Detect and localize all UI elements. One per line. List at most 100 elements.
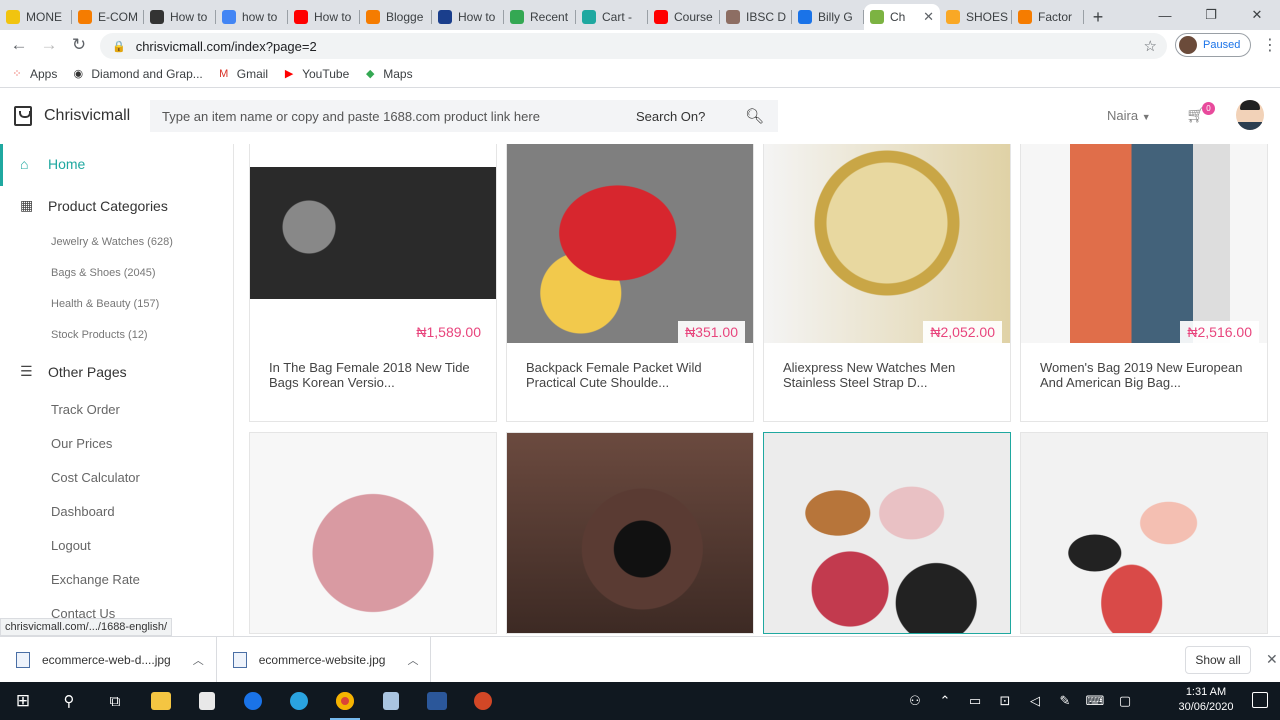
file-explorer-icon[interactable]: [138, 682, 184, 720]
sidebar-category-link[interactable]: Jewelry & Watches (628): [51, 236, 173, 248]
browser-tab[interactable]: Recent: [504, 4, 576, 30]
close-tab-icon[interactable]: ✕: [923, 9, 934, 25]
product-title[interactable]: Women's Bag 2019 New European And Americ…: [1021, 343, 1267, 421]
browser-tab[interactable]: Factor: [1012, 4, 1084, 30]
browser-tab[interactable]: IBSC D: [720, 4, 792, 30]
product-card[interactable]: ₦2,516.00 Women's Bag 2019 New European A…: [1020, 144, 1268, 422]
sidebar-page-link[interactable]: Track Order: [51, 402, 120, 417]
sidebar-item-home[interactable]: ⌂ Home: [20, 156, 85, 172]
product-card[interactable]: ₦351.00 Backpack Female Packet Wild Pract…: [506, 144, 754, 422]
product-image[interactable]: [507, 433, 753, 633]
sidebar-page-link[interactable]: Cost Calculator: [51, 470, 140, 485]
search-bar[interactable]: Type an item name or copy and paste 1688…: [150, 100, 778, 132]
browser-tab[interactable]: How to: [144, 4, 216, 30]
user-avatar[interactable]: [1236, 100, 1264, 130]
search-icon[interactable]: 🔍︎: [745, 107, 764, 125]
sidebar-category-link[interactable]: Stock Products (12): [51, 329, 148, 341]
reload-icon[interactable]: ↻: [64, 35, 94, 55]
pen-icon[interactable]: ✎: [1050, 693, 1080, 709]
url-text[interactable]: chrisvicmall.com/index?page=2: [136, 39, 317, 54]
network-icon[interactable]: ⊡: [990, 693, 1020, 709]
bookmark-star-icon[interactable]: ☆: [1144, 37, 1157, 55]
word-icon[interactable]: [414, 682, 460, 720]
product-card[interactable]: ₦1,589.00 In The Bag Female 2018 New Tide…: [249, 144, 497, 422]
product-image[interactable]: ₦2,516.00: [1021, 144, 1267, 343]
task-view-icon[interactable]: ⧉: [92, 682, 138, 720]
bookmark-item[interactable]: ◆ Maps: [363, 67, 413, 81]
new-tab-button[interactable]: +: [1084, 4, 1112, 30]
search-icon[interactable]: ⚲: [46, 682, 92, 720]
back-icon[interactable]: ←: [4, 35, 34, 55]
browser-tab[interactable]: Ch ✕: [864, 4, 940, 30]
browser-tab[interactable]: Blogge: [360, 4, 432, 30]
browser-tab[interactable]: How to: [432, 4, 504, 30]
product-card[interactable]: [249, 432, 497, 634]
search-on-select[interactable]: Search On?: [636, 109, 705, 124]
product-image[interactable]: [1021, 433, 1267, 633]
powerpoint-icon[interactable]: [460, 682, 506, 720]
sidebar-category-link[interactable]: Health & Beauty (157): [51, 298, 159, 310]
forward-icon[interactable]: →: [34, 35, 64, 55]
browser-tab[interactable]: MONE: [0, 4, 72, 30]
sidebar-product-categories[interactable]: ▦ Product Categories: [20, 197, 168, 214]
minimize-icon[interactable]: —: [1142, 8, 1188, 23]
product-card[interactable]: [763, 432, 1011, 634]
product-image[interactable]: [250, 433, 496, 633]
product-image[interactable]: [764, 433, 1010, 633]
product-image[interactable]: ₦2,052.00: [764, 144, 1010, 343]
bookmark-item[interactable]: ◉ Diamond and Grap...: [71, 67, 203, 81]
chevron-up-icon[interactable]: ︿: [193, 652, 204, 668]
close-window-icon[interactable]: ✕: [1234, 7, 1280, 23]
bookmark-item[interactable]: M Gmail: [217, 67, 268, 81]
browser-tab[interactable]: Billy G: [792, 4, 864, 30]
sidebar-other-pages[interactable]: ☰ Other Pages: [20, 363, 127, 380]
search-input[interactable]: Type an item name or copy and paste 1688…: [162, 109, 622, 124]
windows-start-icon[interactable]: ⊞: [0, 682, 46, 720]
product-card[interactable]: [506, 432, 754, 634]
address-bar[interactable]: 🔒 chrisvicmall.com/index?page=2 ☆: [100, 33, 1167, 59]
product-card[interactable]: ₦2,052.00 Aliexpress New Watches Men Stai…: [763, 144, 1011, 422]
sidebar-page-link[interactable]: Exchange Rate: [51, 572, 140, 587]
product-title[interactable]: Backpack Female Packet Wild Practical Cu…: [507, 343, 753, 421]
battery-icon[interactable]: ▭: [960, 693, 990, 709]
product-card[interactable]: [1020, 432, 1268, 634]
sidebar-category-link[interactable]: Bags & Shoes (2045): [51, 267, 156, 279]
notification-icon[interactable]: [1252, 692, 1268, 708]
sidebar-page-link[interactable]: Dashboard: [51, 504, 115, 519]
product-image[interactable]: ₦351.00: [507, 144, 753, 343]
system-clock[interactable]: 1:31 AM 30/06/2020: [1170, 685, 1242, 715]
chrome-app-icon[interactable]: [230, 682, 276, 720]
product-title[interactable]: Aliexpress New Watches Men Stainless Ste…: [764, 343, 1010, 421]
notepad-icon[interactable]: [368, 682, 414, 720]
store-icon[interactable]: [184, 682, 230, 720]
chevron-up-icon[interactable]: ︿: [407, 652, 418, 668]
volume-icon[interactable]: ◁: [1020, 693, 1050, 709]
sidebar-page-link[interactable]: Our Prices: [51, 436, 112, 451]
display-icon[interactable]: ▢: [1110, 693, 1140, 709]
keyboard-icon[interactable]: ⌨: [1080, 693, 1110, 709]
bookmark-item[interactable]: ▶ YouTube: [282, 67, 349, 81]
people-icon[interactable]: ⚇: [900, 693, 930, 709]
chrome-icon[interactable]: [322, 682, 368, 720]
browser-tab[interactable]: Cart -: [576, 4, 648, 30]
product-title[interactable]: In The Bag Female 2018 New Tide Bags Kor…: [250, 343, 496, 421]
browser-tab[interactable]: How to: [288, 4, 360, 30]
profile-button[interactable]: Paused: [1175, 33, 1251, 57]
browser-tab[interactable]: how to: [216, 4, 288, 30]
bookmark-item[interactable]: ⁘ Apps: [10, 67, 57, 81]
maximize-icon[interactable]: ❐: [1188, 7, 1234, 23]
browser-tab[interactable]: Course: [648, 4, 720, 30]
telegram-icon[interactable]: [276, 682, 322, 720]
site-logo[interactable]: Chrisvicmall: [14, 106, 154, 126]
product-image[interactable]: ₦1,589.00: [250, 144, 496, 343]
browser-tab[interactable]: SHOES: [940, 4, 1012, 30]
show-all-button[interactable]: Show all: [1185, 646, 1251, 674]
close-download-bar-icon[interactable]: ✕: [1266, 651, 1278, 668]
chevron-up-icon[interactable]: ⌃: [930, 693, 960, 709]
sidebar-page-link[interactable]: Logout: [51, 538, 91, 553]
download-item[interactable]: ecommerce-website.jpg ︿: [217, 636, 432, 683]
currency-select[interactable]: Naira ▼: [1107, 108, 1151, 123]
menu-kebab-icon[interactable]: ⋮: [1262, 35, 1278, 55]
browser-tab[interactable]: E-COM: [72, 4, 144, 30]
download-item[interactable]: ecommerce-web-d....jpg ︿: [0, 636, 217, 683]
